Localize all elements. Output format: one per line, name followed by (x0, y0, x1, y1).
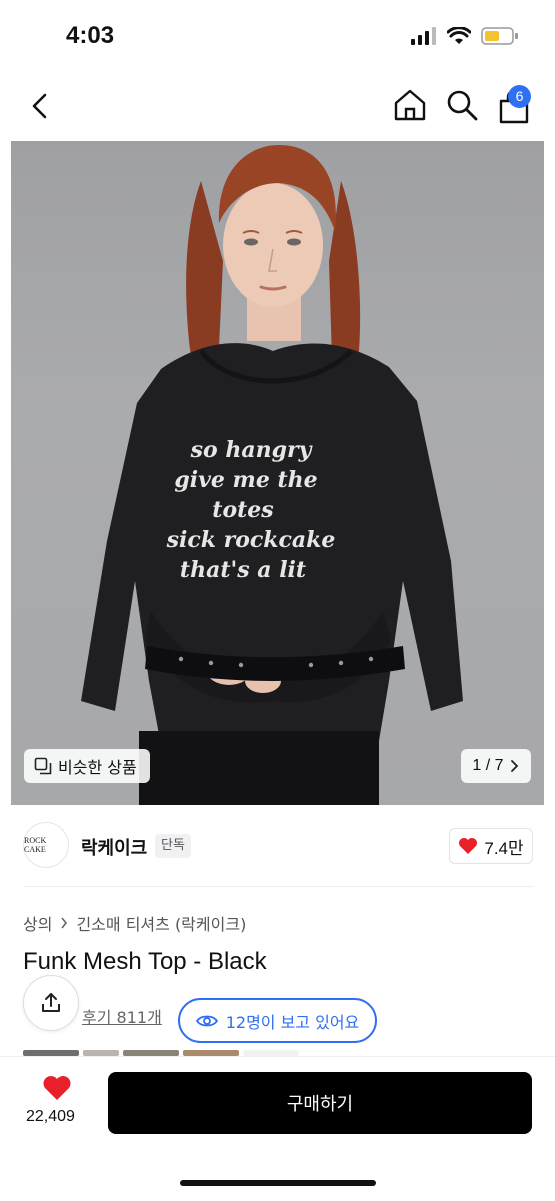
similar-products-label: 비슷한 상품 (58, 758, 137, 777)
shirt-text-line: totes (212, 497, 273, 523)
search-icon[interactable] (444, 87, 480, 123)
product-title: Funk Mesh Top - Black (23, 948, 267, 975)
home-indicator (180, 1180, 376, 1186)
status-icons (411, 26, 519, 46)
status-bar: 4:03 (0, 0, 555, 75)
chevron-right-icon (61, 917, 68, 929)
brand-name[interactable]: 락케이크 (81, 834, 147, 860)
image-pager-label: 1 / 7 (472, 757, 504, 774)
viewers-label: 12명이 보고 있어요 (225, 1012, 360, 1032)
wifi-icon (447, 27, 471, 44)
image-pager[interactable]: 1 / 7 (461, 749, 531, 783)
copy-icon (34, 757, 52, 775)
shirt-text-line: that's a lit (180, 557, 306, 583)
signal-icon (411, 27, 436, 45)
chevron-right-icon (510, 760, 518, 772)
cart-count-badge: 6 (508, 85, 531, 108)
share-icon (42, 993, 60, 1012)
wishlist-heart-icon[interactable] (42, 1074, 72, 1102)
product-image[interactable]: so hangry give me the totes sick rockcak… (11, 141, 544, 805)
brand-like-count: 7.4만 (484, 838, 524, 858)
breadcrumb: 상의 긴소매 티셔츠 (락케이크) (23, 911, 246, 935)
review-link[interactable]: 후기 811개 (82, 1004, 162, 1028)
breadcrumb-item[interactable]: 상의 (23, 911, 52, 935)
brand-like-button[interactable]: 7.4만 (449, 828, 533, 864)
home-icon[interactable] (392, 87, 428, 123)
shirt-text-line: give me the (174, 467, 317, 493)
heart-icon (459, 838, 478, 854)
breadcrumb-item[interactable]: 긴소매 티셔츠 (락케이크) (76, 911, 246, 935)
back-arrow-icon[interactable] (24, 89, 58, 123)
wishlist-count: 22,409 (26, 1108, 75, 1125)
status-time: 4:03 (66, 22, 115, 49)
brand-logo[interactable]: ROCK CAKE (23, 822, 69, 868)
model-photo: so hangry give me the totes sick rockcak… (81, 145, 463, 805)
shirt-text-line: sick rockcake (166, 527, 336, 553)
buy-button[interactable]: 구매하기 (108, 1072, 532, 1134)
similar-products-button[interactable]: 비슷한 상품 (24, 749, 150, 783)
battery-icon (481, 27, 518, 45)
brand-row: ROCK CAKE 락케이크 단독 7.4만 (23, 822, 533, 870)
nav-bar (0, 75, 555, 137)
shirt-text-line: so hangry (190, 437, 314, 463)
share-button[interactable] (23, 975, 79, 1031)
viewers-pill[interactable]: 12명이 보고 있어요 (178, 998, 377, 1043)
eye-icon (195, 1015, 218, 1026)
divider (23, 886, 533, 887)
exclusive-badge: 단독 (155, 834, 191, 858)
